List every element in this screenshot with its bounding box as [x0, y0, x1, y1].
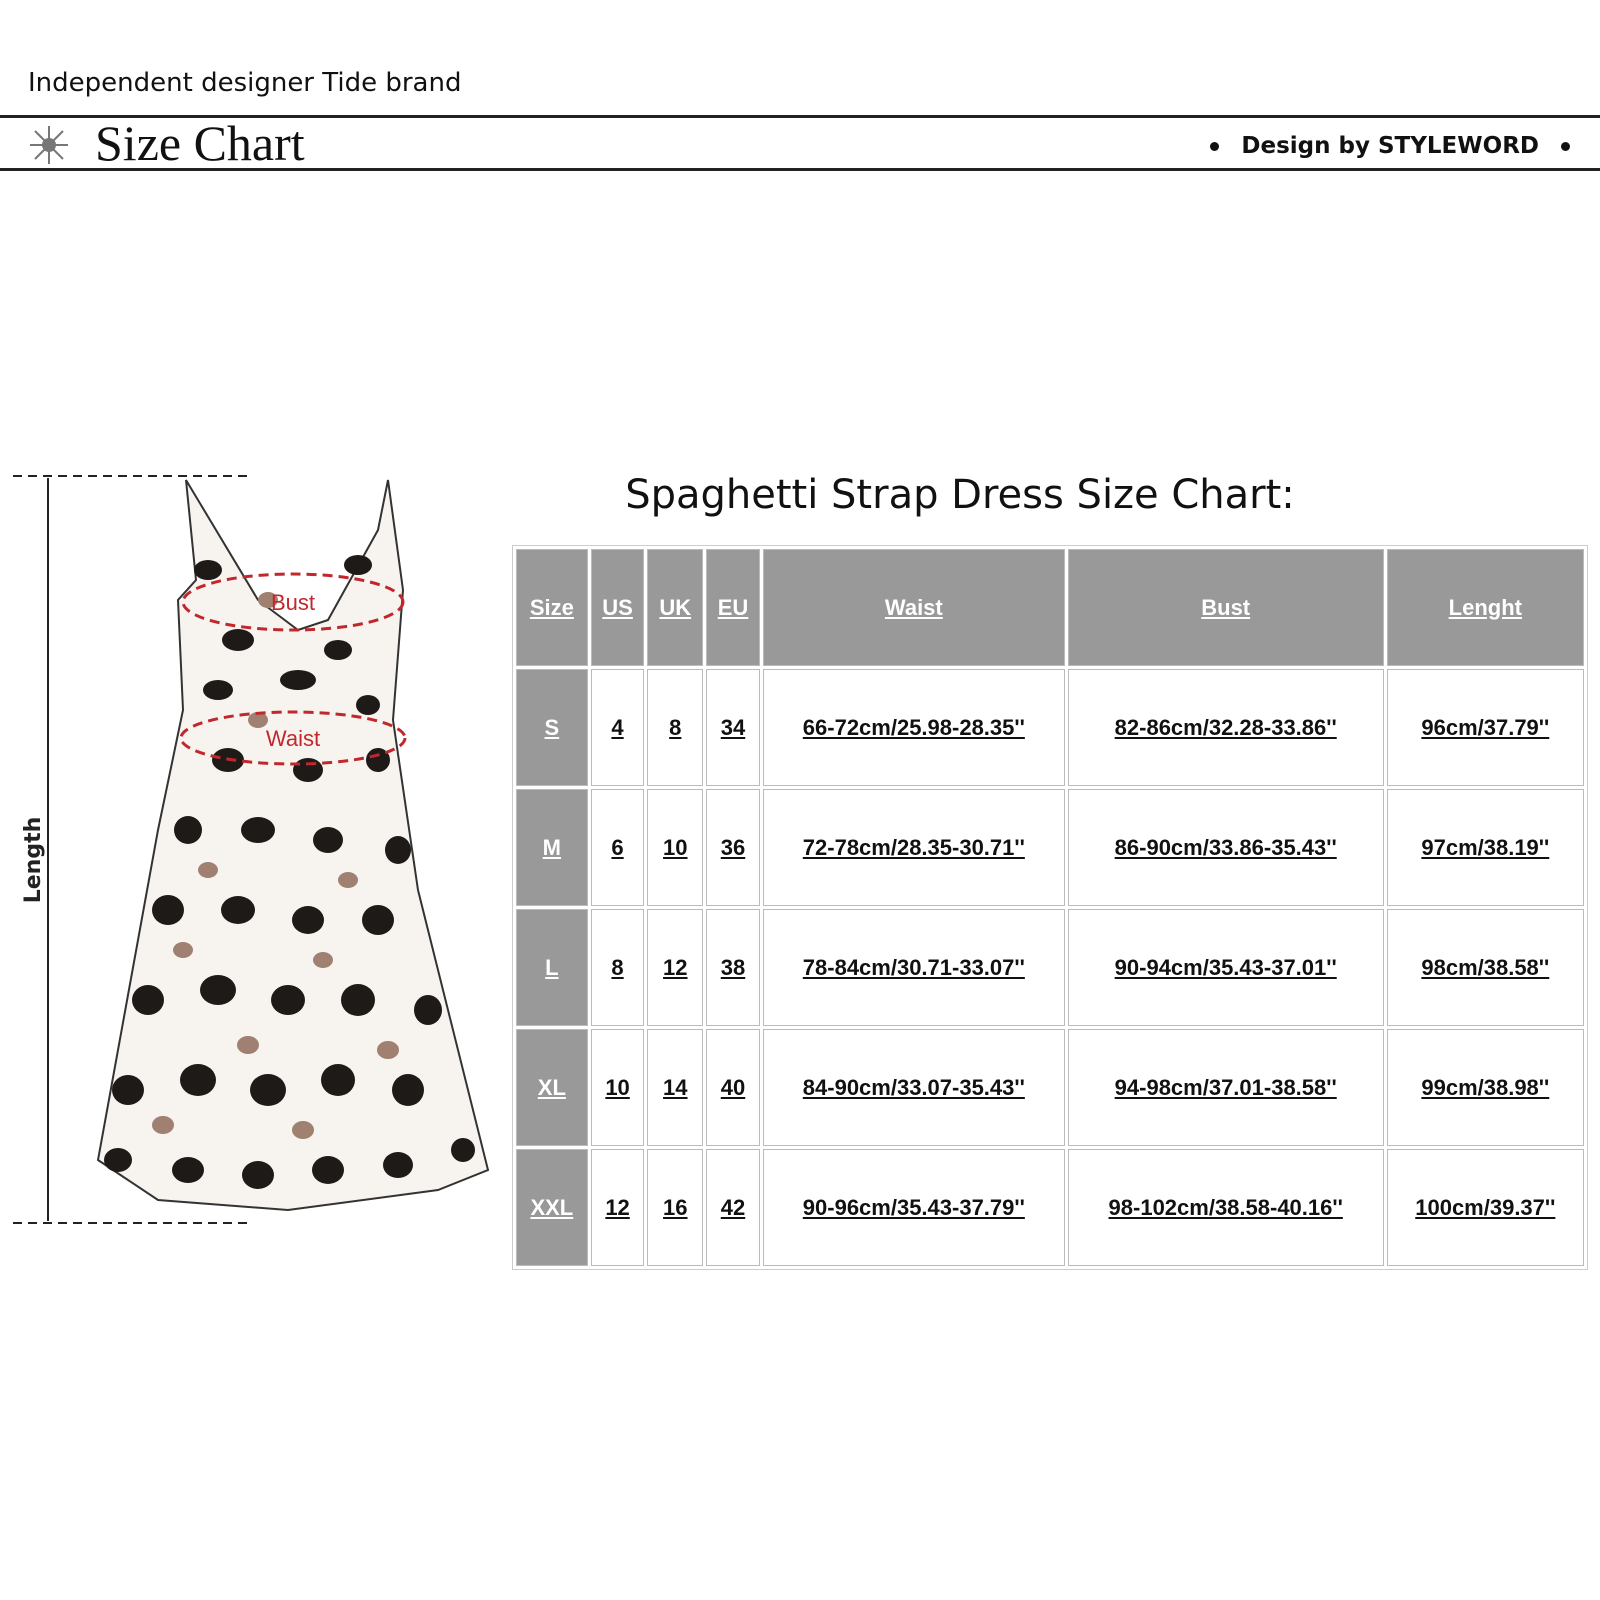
sun-icon — [30, 126, 68, 164]
table-cell: 8 — [647, 669, 704, 786]
table-row: XL 10 14 40 84-90cm/33.07-35.43'' 94-98cm/37.… — [516, 1029, 1584, 1146]
table-cell: 14 — [647, 1029, 704, 1146]
bullet — [1561, 141, 1570, 151]
table-cell: 98-102cm/38.58-40.16'' — [1067, 1149, 1384, 1266]
column-header: Bust — [1067, 549, 1384, 666]
table-cell: 4 — [590, 669, 645, 786]
table-cell: 99cm/38.98'' — [1386, 1029, 1584, 1146]
table-cell: 100cm/39.37'' — [1386, 1149, 1584, 1266]
waist-label: Waist — [266, 726, 320, 751]
table-cell: 72-78cm/28.35-30.71'' — [762, 789, 1065, 906]
table-cell: 84-90cm/33.07-35.43'' — [762, 1029, 1065, 1146]
table-cell: 82-86cm/32.28-33.86'' — [1067, 669, 1384, 786]
column-header: EU — [706, 549, 760, 666]
bust-label: Bust — [271, 590, 315, 615]
bullet — [1210, 141, 1220, 151]
table-cell: 10 — [590, 1029, 645, 1146]
design-credit: Design by STYLEWORD — [1210, 133, 1570, 159]
design-credit-text: Design by STYLEWORD — [1241, 133, 1539, 159]
table-cell: 96cm/37.79'' — [1386, 669, 1584, 786]
column-header: Size — [516, 549, 588, 666]
divider-bottom — [0, 168, 1600, 171]
size-cell: L — [516, 909, 588, 1026]
table-cell: 36 — [706, 789, 760, 906]
table-cell: 90-94cm/35.43-37.01'' — [1067, 909, 1384, 1026]
table-cell: 86-90cm/33.86-35.43'' — [1067, 789, 1384, 906]
table-cell: 34 — [706, 669, 760, 786]
column-header: UK — [647, 549, 704, 666]
table-cell: 42 — [706, 1149, 760, 1266]
size-cell: M — [516, 789, 588, 906]
table-cell: 12 — [647, 909, 704, 1026]
table-cell: 16 — [647, 1149, 704, 1266]
size-cell: XL — [516, 1029, 588, 1146]
chart-title: Spaghetti Strap Dress Size Chart: — [625, 472, 1295, 518]
brand-tagline: Independent designer Tide brand — [28, 68, 462, 98]
table-row: XXL 12 16 42 90-96cm/35.43-37.79'' 98-102cm/3… — [516, 1149, 1584, 1266]
column-header: Waist — [762, 549, 1065, 666]
length-label: Length — [21, 817, 46, 904]
table-cell: 90-96cm/35.43-37.79'' — [762, 1149, 1065, 1266]
column-header: US — [590, 549, 645, 666]
table-cell: 38 — [706, 909, 760, 1026]
table-cell: 97cm/38.19'' — [1386, 789, 1584, 906]
size-cell: XXL — [516, 1149, 588, 1266]
table-cell: 12 — [590, 1149, 645, 1266]
table-cell: 40 — [706, 1029, 760, 1146]
table-cell: 6 — [590, 789, 645, 906]
table-header-row: Size US UK EU Waist Bust Lenght — [516, 549, 1584, 666]
size-table: Size US UK EU Waist Bust Lenght S 4 8 34 66-… — [512, 545, 1588, 1270]
table-cell: 8 — [590, 909, 645, 1026]
column-header: Lenght — [1386, 549, 1584, 666]
table-cell: 98cm/38.58'' — [1386, 909, 1584, 1026]
table-row: L 8 12 38 78-84cm/30.71-33.07'' 90-94cm/35.43… — [516, 909, 1584, 1026]
size-cell: S — [516, 669, 588, 786]
page-title: Size Chart — [95, 115, 305, 171]
table-cell: 10 — [647, 789, 704, 906]
table-row: M 6 10 36 72-78cm/28.35-30.71'' 86-90cm/33.86… — [516, 789, 1584, 906]
table-cell: 66-72cm/25.98-28.35'' — [762, 669, 1065, 786]
table-cell: 94-98cm/37.01-38.58'' — [1067, 1029, 1384, 1146]
table-cell: 78-84cm/30.71-33.07'' — [762, 909, 1065, 1026]
dress-illustration: Length Bust Waist — [13, 475, 490, 1224]
table-row: S 4 8 34 66-72cm/25.98-28.35'' 82-86cm/32.28-… — [516, 669, 1584, 786]
